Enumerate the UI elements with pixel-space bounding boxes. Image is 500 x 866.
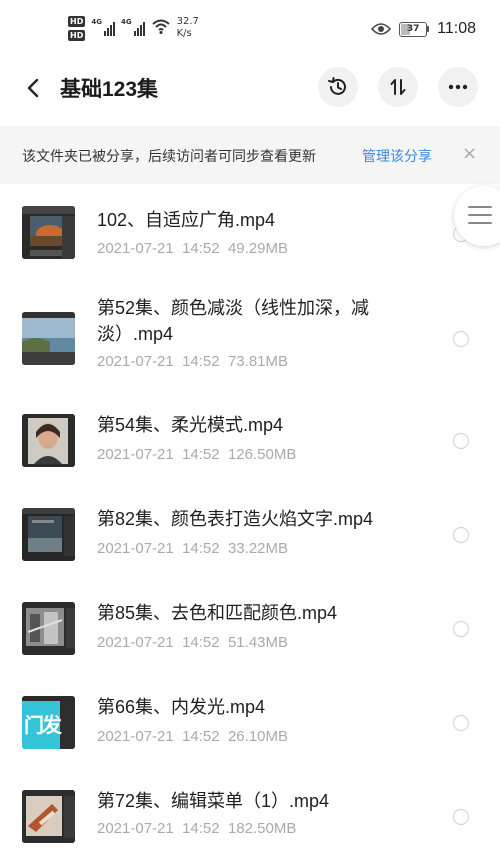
wifi-icon bbox=[151, 19, 170, 34]
file-name: 102、自适应广角.mp4 bbox=[97, 210, 276, 230]
page-title: 基础123集 bbox=[60, 78, 159, 101]
text-effect-thumbnail: 门发 bbox=[22, 696, 75, 749]
file-meta: 2021-07-21 14:52 126.50MB bbox=[97, 446, 296, 463]
eye-icon bbox=[371, 23, 392, 35]
list-item[interactable]: 第82集、颜色表打造火焰文字.mp4 2021-07-21 14:52 33.2… bbox=[0, 492, 500, 586]
list-item[interactable]: 第54集、柔光模式.mp4 2021-07-21 14:52 126.50MB bbox=[0, 398, 500, 492]
list-item[interactable]: 第52集、颜色减淡（线性加深，减淡）.mp4 2021-07-21 14:52 … bbox=[0, 278, 500, 398]
file-meta: 2021-07-21 14:52 26.10MB bbox=[97, 728, 288, 745]
file-meta: 2021-07-21 14:52 73.81MB bbox=[97, 353, 288, 370]
history-button[interactable] bbox=[318, 67, 358, 107]
file-size: 33.22MB bbox=[227, 540, 289, 557]
file-time: 14:52 bbox=[182, 353, 220, 370]
thumbnail-text: 门发 bbox=[24, 713, 62, 737]
manage-share-link[interactable]: 管理该分享 bbox=[362, 146, 432, 166]
editor-screenshot-thumbnail bbox=[22, 508, 75, 561]
speed-value: 32.7 bbox=[176, 16, 199, 27]
app-header: 基础123集 bbox=[0, 62, 500, 114]
file-date: 2021-07-21 bbox=[97, 820, 174, 837]
file-size: 26.10MB bbox=[227, 728, 289, 745]
share-notice-text: 该文件夹已被分享，后续访问者可同步查看更新 bbox=[22, 149, 316, 165]
file-time: 14:52 bbox=[182, 820, 220, 837]
file-size: 182.50MB bbox=[227, 820, 297, 837]
file-size: 51.43MB bbox=[227, 634, 289, 651]
signal-icon: 4G bbox=[91, 18, 115, 36]
back-icon[interactable] bbox=[20, 74, 48, 102]
signal-label: 4G bbox=[120, 18, 132, 26]
hd-icon: HD bbox=[68, 30, 86, 41]
status-right: 37 11:08 bbox=[371, 20, 476, 38]
more-button[interactable] bbox=[438, 67, 478, 107]
select-radio[interactable] bbox=[453, 331, 469, 347]
file-time: 14:52 bbox=[182, 540, 220, 557]
file-meta: 2021-07-21 14:52 51.43MB bbox=[97, 634, 288, 651]
clock: 11:08 bbox=[437, 20, 476, 37]
file-date: 2021-07-21 bbox=[97, 353, 174, 370]
file-time: 14:52 bbox=[182, 240, 220, 257]
network-speed: 32.7 K/s bbox=[177, 16, 199, 40]
battery-level: 37 bbox=[406, 24, 420, 34]
file-date: 2021-07-21 bbox=[97, 446, 174, 463]
file-time: 14:52 bbox=[182, 446, 220, 463]
select-radio[interactable] bbox=[453, 621, 469, 637]
file-meta: 2021-07-21 14:52 49.29MB bbox=[97, 240, 288, 257]
file-size: 126.50MB bbox=[227, 446, 297, 463]
file-meta: 2021-07-21 14:52 33.22MB bbox=[97, 540, 288, 557]
file-date: 2021-07-21 bbox=[97, 634, 174, 651]
select-radio[interactable] bbox=[453, 715, 469, 731]
hd-indicators: HD HD bbox=[68, 16, 86, 41]
file-date: 2021-07-21 bbox=[97, 240, 174, 257]
close-icon[interactable]: × bbox=[462, 143, 477, 164]
file-size: 73.81MB bbox=[227, 353, 289, 370]
list-item[interactable]: 第72集、编辑菜单（1）.mp4 2021-07-21 14:52 182.50… bbox=[0, 774, 500, 866]
list-item[interactable]: 第85集、去色和匹配颜色.mp4 2021-07-21 14:52 51.43M… bbox=[0, 586, 500, 680]
history-icon bbox=[328, 77, 346, 95]
share-notice: 该文件夹已被分享，后续访问者可同步查看更新 管理该分享 × bbox=[0, 126, 500, 184]
list-item[interactable]: 102、自适应广角.mp4 2021-07-21 14:52 49.29MB bbox=[0, 184, 500, 278]
select-radio[interactable] bbox=[453, 809, 469, 825]
file-name: 第54集、柔光模式.mp4 bbox=[97, 415, 284, 435]
status-bar: HD HD 4G 4G 32.7 K/s 37 11:08 bbox=[0, 0, 500, 62]
file-name: 第52集、颜色减淡（线性加深，减淡）.mp4 bbox=[97, 298, 370, 344]
portrait-thumbnail bbox=[22, 414, 75, 467]
sort-button[interactable] bbox=[378, 67, 418, 107]
signal-icon: 4G bbox=[121, 18, 145, 36]
grayscale-photo-thumbnail bbox=[22, 602, 75, 655]
status-left: HD HD 4G 4G 32.7 K/s bbox=[68, 16, 199, 41]
signal-label: 4G bbox=[91, 18, 102, 26]
coastal-landscape-thumbnail bbox=[22, 312, 75, 365]
list-item[interactable]: 门发 第66集、内发光.mp4 2021-07-21 14:52 26.10MB bbox=[0, 680, 500, 774]
select-radio[interactable] bbox=[453, 433, 469, 449]
hd-icon: HD bbox=[68, 16, 86, 27]
file-name: 第82集、颜色表打造火焰文字.mp4 bbox=[97, 509, 374, 529]
file-date: 2021-07-21 bbox=[97, 728, 174, 745]
file-name: 第72集、编辑菜单（1）.mp4 bbox=[97, 791, 330, 811]
file-date: 2021-07-21 bbox=[97, 540, 174, 557]
file-name: 第66集、内发光.mp4 bbox=[97, 697, 266, 717]
file-time: 14:52 bbox=[182, 634, 220, 651]
select-radio[interactable] bbox=[453, 527, 469, 543]
product-photo-thumbnail bbox=[22, 790, 75, 843]
battery-icon: 37 bbox=[399, 21, 430, 37]
sort-icon bbox=[390, 79, 406, 95]
more-icon bbox=[448, 84, 468, 90]
file-name: 第85集、去色和匹配颜色.mp4 bbox=[97, 603, 338, 623]
file-time: 14:52 bbox=[182, 728, 220, 745]
speed-unit: K/s bbox=[176, 28, 192, 39]
photoshop-screenshot-thumbnail bbox=[22, 206, 75, 259]
file-meta: 2021-07-21 14:52 182.50MB bbox=[97, 820, 296, 837]
file-size: 49.29MB bbox=[227, 240, 289, 257]
